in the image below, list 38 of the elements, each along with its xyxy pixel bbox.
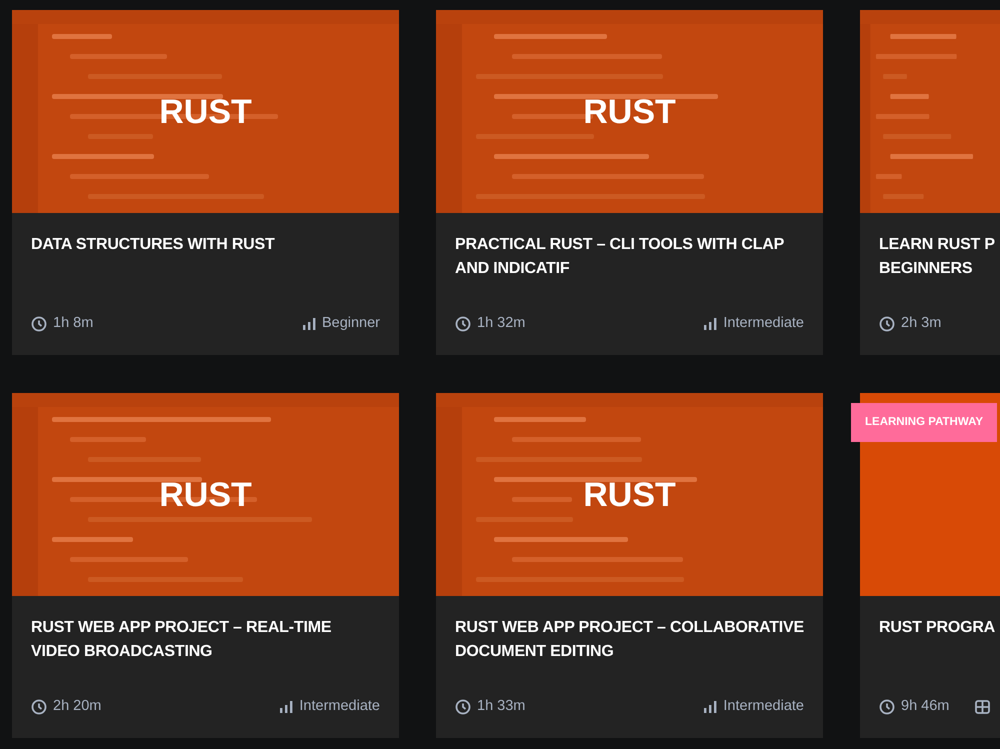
- clock-icon: [455, 316, 471, 332]
- course-card[interactable]: RUST RUST WEB APP PROJECT – COLLABORATIVE DOCUMENT EDITING 1h 33m Intermediate: [436, 393, 823, 738]
- thumbnail-title: RUST: [583, 94, 676, 128]
- course-title: DATA STRUCTURES WITH RUST: [31, 235, 276, 255]
- thumbnail-title: RUST: [159, 478, 252, 512]
- clock-icon: [879, 699, 895, 716]
- difficulty-bars-icon: [703, 318, 718, 330]
- clock-icon: [31, 699, 47, 716]
- difficulty-bars-icon: [302, 318, 316, 330]
- difficulty-text: Intermediate: [299, 697, 380, 716]
- course-card[interactable]: LEARN RUST P BEGINNERS 2h 3m: [860, 10, 1000, 355]
- course-title: RUST WEB APP PROJECT – REAL-TIME VIDEO BROADCASTING: [31, 618, 332, 662]
- duration-text: 9h 46m: [901, 697, 950, 716]
- duration-text: 1h 32m: [477, 314, 526, 334]
- clock-icon: [455, 699, 471, 716]
- course-card[interactable]: RUST RUST WEB APP PROJECT – REAL-TIME VIDEO BROADCASTING 2h 20m Intermediate: [12, 393, 399, 738]
- modules-icon: [975, 700, 990, 714]
- pathway-badge: LEARNING PATHWAY: [851, 403, 997, 442]
- clock-icon: [31, 316, 47, 332]
- course-title: PRACTICAL RUST – CLI TOOLS WITH CLAP AND INDICATIF: [455, 235, 785, 279]
- thumbnail-title: RUST: [159, 94, 252, 128]
- difficulty-text: Intermediate: [723, 314, 804, 334]
- thumbnail-title: RUST: [583, 478, 676, 512]
- course-title: RUST PROGRA: [879, 618, 996, 638]
- duration-text: 1h 8m: [53, 314, 94, 334]
- course-card[interactable]: RUST DATA STRUCTURES WITH RUST 1h 8m Beginner: [12, 10, 399, 355]
- course-title: RUST WEB APP PROJECT – COLLABORATIVE DOCUMENT EDITING: [455, 618, 804, 662]
- difficulty-text: Beginner: [322, 314, 380, 334]
- course-title: LEARN RUST P: [879, 235, 996, 255]
- difficulty-text: Intermediate: [723, 697, 804, 716]
- difficulty-bars-icon: [279, 701, 294, 714]
- duration-text: 1h 33m: [477, 697, 526, 716]
- difficulty-bars-icon: [703, 701, 718, 714]
- clock-icon: [879, 316, 895, 332]
- duration-text: 2h 3m: [901, 314, 942, 334]
- duration-text: 2h 20m: [53, 697, 102, 716]
- course-title: BEGINNERS: [879, 259, 974, 279]
- course-card[interactable]: RUST PRACTICAL RUST – CLI TOOLS WITH CLAP AND INDICATIF 1h 32m Intermediate: [436, 10, 823, 355]
